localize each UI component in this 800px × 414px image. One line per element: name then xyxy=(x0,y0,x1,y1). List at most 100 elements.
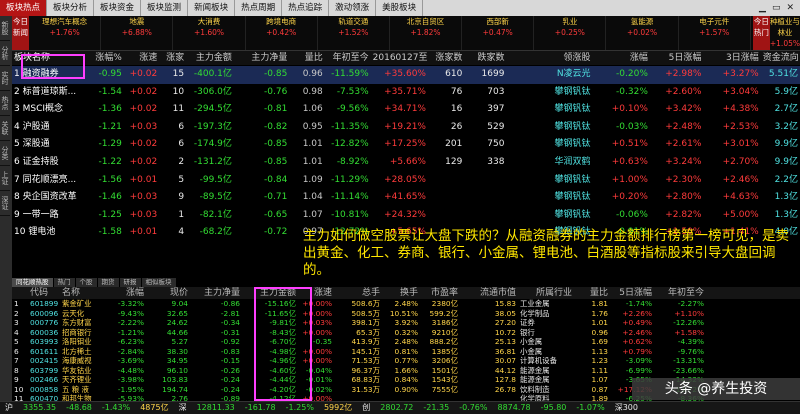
status-item: -1.25% xyxy=(285,403,314,412)
column-header[interactable]: 年初至今 xyxy=(325,51,371,65)
table-row[interactable]: 9 一带一路 -1.25 +0.03 1 -82.1亿 -0.65 1.07 -10.81% +… xyxy=(12,207,800,225)
column-header[interactable]: 涨家数 xyxy=(428,51,464,65)
column-header[interactable]: 涨家 xyxy=(159,51,186,65)
bottom-tab[interactable]: 同花顺热股 xyxy=(12,278,54,287)
stock-column-header[interactable]: 总手 xyxy=(334,287,382,299)
ticker-item[interactable]: 北京自贸区 +1.82% xyxy=(390,16,463,50)
stock-column-header[interactable]: 名称 xyxy=(60,287,106,299)
stock-row[interactable]: 3 000776 东方财富 -2.22% 24.62 -0.34 -9.81亿 +0.03% 3… xyxy=(12,318,800,328)
left-nav-item[interactable]: 关联 xyxy=(0,116,10,141)
table-row[interactable]: 8 央企国资改革 -1.46 +0.03 9 -89.5亿 -0.71 1.04 -11.14… xyxy=(12,189,800,207)
tab-8[interactable]: 美股板块 xyxy=(376,0,424,16)
stock-cell: 小金属 xyxy=(520,346,543,356)
column-header[interactable]: 涨幅% xyxy=(84,51,124,65)
stock-column-header[interactable]: 市盈率 xyxy=(420,287,460,299)
left-nav-item[interactable]: 实时 xyxy=(0,66,10,91)
stock-column-header[interactable]: 量比 xyxy=(574,287,610,299)
stock-column-header[interactable]: 流通市值 xyxy=(460,287,518,299)
table-cell: +3.01% xyxy=(722,139,759,150)
stock-row[interactable]: 2 600096 云天化 -9.43% 32.65 -2.81 -11.65亿 +0.00% 5… xyxy=(12,309,800,319)
bottom-tab[interactable]: 期货 xyxy=(97,278,120,287)
table-row[interactable]: 2 标普道琼斯... -1.54 +0.02 10 -306.0亿 -0.76 0.98 -7… xyxy=(12,84,800,102)
tab-6[interactable]: 热点追踪 xyxy=(282,0,330,16)
tab-5[interactable]: 热点周期 xyxy=(235,0,283,16)
left-side-nav: 新股 分析 实时 热点 关联 分类 上证 深证 xyxy=(0,16,12,401)
tab-0[interactable]: 板块热点 xyxy=(0,0,48,16)
tab-7[interactable]: 激动领涨 xyxy=(329,0,377,16)
tab-3[interactable]: 板块监测 xyxy=(141,0,189,16)
tab-4[interactable]: 新闻板块 xyxy=(188,0,236,16)
ticker-last[interactable]: 种植业与林业 +1.05% xyxy=(770,16,800,50)
stock-column-header[interactable]: 主力净量 xyxy=(190,287,242,299)
table-cell: +28.05% xyxy=(384,174,426,185)
tab-1[interactable]: 板块分析 xyxy=(47,0,95,16)
ticker-item[interactable]: 大消费 +1.60% xyxy=(173,16,246,50)
ticker-item[interactable]: 跨境电商 +0.42% xyxy=(246,16,318,50)
bottom-tab[interactable]: 相似板块 xyxy=(141,278,177,287)
sector-name: 7 同花顺漂亮... xyxy=(14,174,77,185)
ticker-item[interactable]: 氢能源 +0.02% xyxy=(606,16,679,50)
ticker-item[interactable]: 西部新 +0.47% xyxy=(462,16,535,50)
bottom-tab[interactable]: 个股 xyxy=(75,278,98,287)
column-header[interactable]: 涨幅 xyxy=(593,51,650,65)
stock-column-header[interactable]: 年初至今 xyxy=(654,287,706,299)
table-cell: -174.9亿 xyxy=(193,139,232,150)
column-header[interactable]: 20160127至今 xyxy=(371,51,428,65)
stock-row[interactable]: 4 600036 招商银行 -1.21% 44.66 -0.31 -8.43亿 +0.00% 6… xyxy=(12,328,800,338)
column-header[interactable]: 3日涨幅 xyxy=(703,51,760,65)
table-cell: +35.71% xyxy=(384,86,426,97)
stock-column-header[interactable]: 现价 xyxy=(146,287,190,299)
ticker-item[interactable]: 理想汽车概念 +1.76% xyxy=(29,16,102,50)
sector-name: 8 央企国资改革 xyxy=(14,192,77,203)
stock-row[interactable]: 7 002415 海康威视 -3.69% 34.95 -0.15 -4.96亿 +0.00% 7… xyxy=(12,356,800,366)
left-nav-item[interactable]: 热点 xyxy=(0,91,10,116)
column-header[interactable]: 主力金额 xyxy=(186,51,234,65)
stock-column-header[interactable] xyxy=(12,287,28,299)
table-row[interactable]: 5 深股通 -1.29 +0.02 6 -174.9亿 -0.85 1.01 -12.82% +… xyxy=(12,136,800,154)
stock-row[interactable]: 5 603993 洛阳钼业 -6.23% 5.27 -0.92 -6.70亿 -0.35 413… xyxy=(12,337,800,347)
left-nav-item[interactable]: 分析 xyxy=(0,41,10,66)
column-header[interactable]: 领涨股 xyxy=(526,51,593,65)
left-nav-item[interactable]: 深证 xyxy=(0,191,10,216)
stock-row[interactable]: 8 603799 华友钴业 -4.48% 96.10 -0.26 -4.60亿 -0.04% 9… xyxy=(12,366,800,376)
table-cell: 5.51亿 xyxy=(768,69,798,79)
column-header[interactable]: 资金流向 xyxy=(761,51,800,65)
stock-column-header[interactable]: 所属行业 xyxy=(518,287,574,299)
stock-row[interactable]: 1 601899 紫金矿业 -3.32% 9.04 -0.86 -15.16亿 +0.00% 5… xyxy=(12,299,800,309)
window-control-icon[interactable]: ▭ xyxy=(772,0,781,16)
ticker-item[interactable]: 电子元件 +1.57% xyxy=(679,16,751,50)
bottom-tab[interactable]: 热门 xyxy=(53,278,76,287)
ticker-item[interactable]: 地震 +6.88% xyxy=(101,16,174,50)
column-header[interactable]: 跌家数 xyxy=(464,51,506,65)
column-header[interactable]: 主力净量 xyxy=(234,51,289,65)
left-nav-item[interactable]: 新股 xyxy=(0,16,10,41)
column-header[interactable]: 涨速 xyxy=(124,51,159,65)
stock-column-header[interactable]: 涨幅 xyxy=(106,287,146,299)
left-nav-item[interactable]: 分类 xyxy=(0,141,10,166)
column-header[interactable]: 量比 xyxy=(289,51,324,65)
tab-2[interactable]: 板块资金 xyxy=(94,0,142,16)
stock-column-header[interactable]: 5日涨幅 xyxy=(610,287,654,299)
stock-column-header[interactable]: 换手 xyxy=(382,287,420,299)
left-nav-item[interactable]: 上证 xyxy=(0,166,10,191)
left-nav-char: 上 xyxy=(1,171,9,178)
column-header[interactable]: 5日涨幅 xyxy=(650,51,704,65)
stock-column-header[interactable]: 代码 xyxy=(28,287,60,299)
table-row[interactable]: 6 证金持股 -1.22 +0.02 2 -131.2亿 -0.85 1.01 -8.92% +… xyxy=(12,154,800,172)
window-control-icon[interactable]: ▁ xyxy=(759,0,766,16)
stock-cell: -0.15 xyxy=(220,356,240,365)
ticker-item[interactable]: 轨道交通 +1.52% xyxy=(318,16,390,50)
stock-cell: 3206亿 xyxy=(431,356,458,365)
table-row[interactable]: 4 沪股通 -1.21 +0.03 6 -197.3亿 -0.82 0.95 -11.35% +… xyxy=(12,119,800,137)
stock-cell: 10.72 xyxy=(494,327,516,337)
table-cell: +0.02 xyxy=(129,156,158,167)
bottom-tab[interactable]: 研报 xyxy=(119,278,142,287)
window-control-icon[interactable]: ✕ xyxy=(786,0,794,16)
table-cell: 129 xyxy=(445,156,463,167)
table-row[interactable]: 7 同花顺漂亮... -1.56 +0.01 5 -99.5亿 -0.84 1.09 -11.… xyxy=(12,172,800,190)
column-header[interactable] xyxy=(506,51,525,65)
table-row[interactable]: 1 融资融券 -0.95 +0.02 15 -400.1亿 -0.85 0.96 -11.59… xyxy=(12,66,800,84)
ticker-item[interactable]: 乳业 +0.25% xyxy=(534,16,607,50)
stock-row[interactable]: 6 601611 北方稀土 -2.84% 38.30 -0.83 -4.98亿 +0.00% 1… xyxy=(12,347,800,357)
table-row[interactable]: 3 MSCI概念 -1.36 +0.02 11 -294.5亿 -0.81 1.06 -9.5… xyxy=(12,101,800,119)
